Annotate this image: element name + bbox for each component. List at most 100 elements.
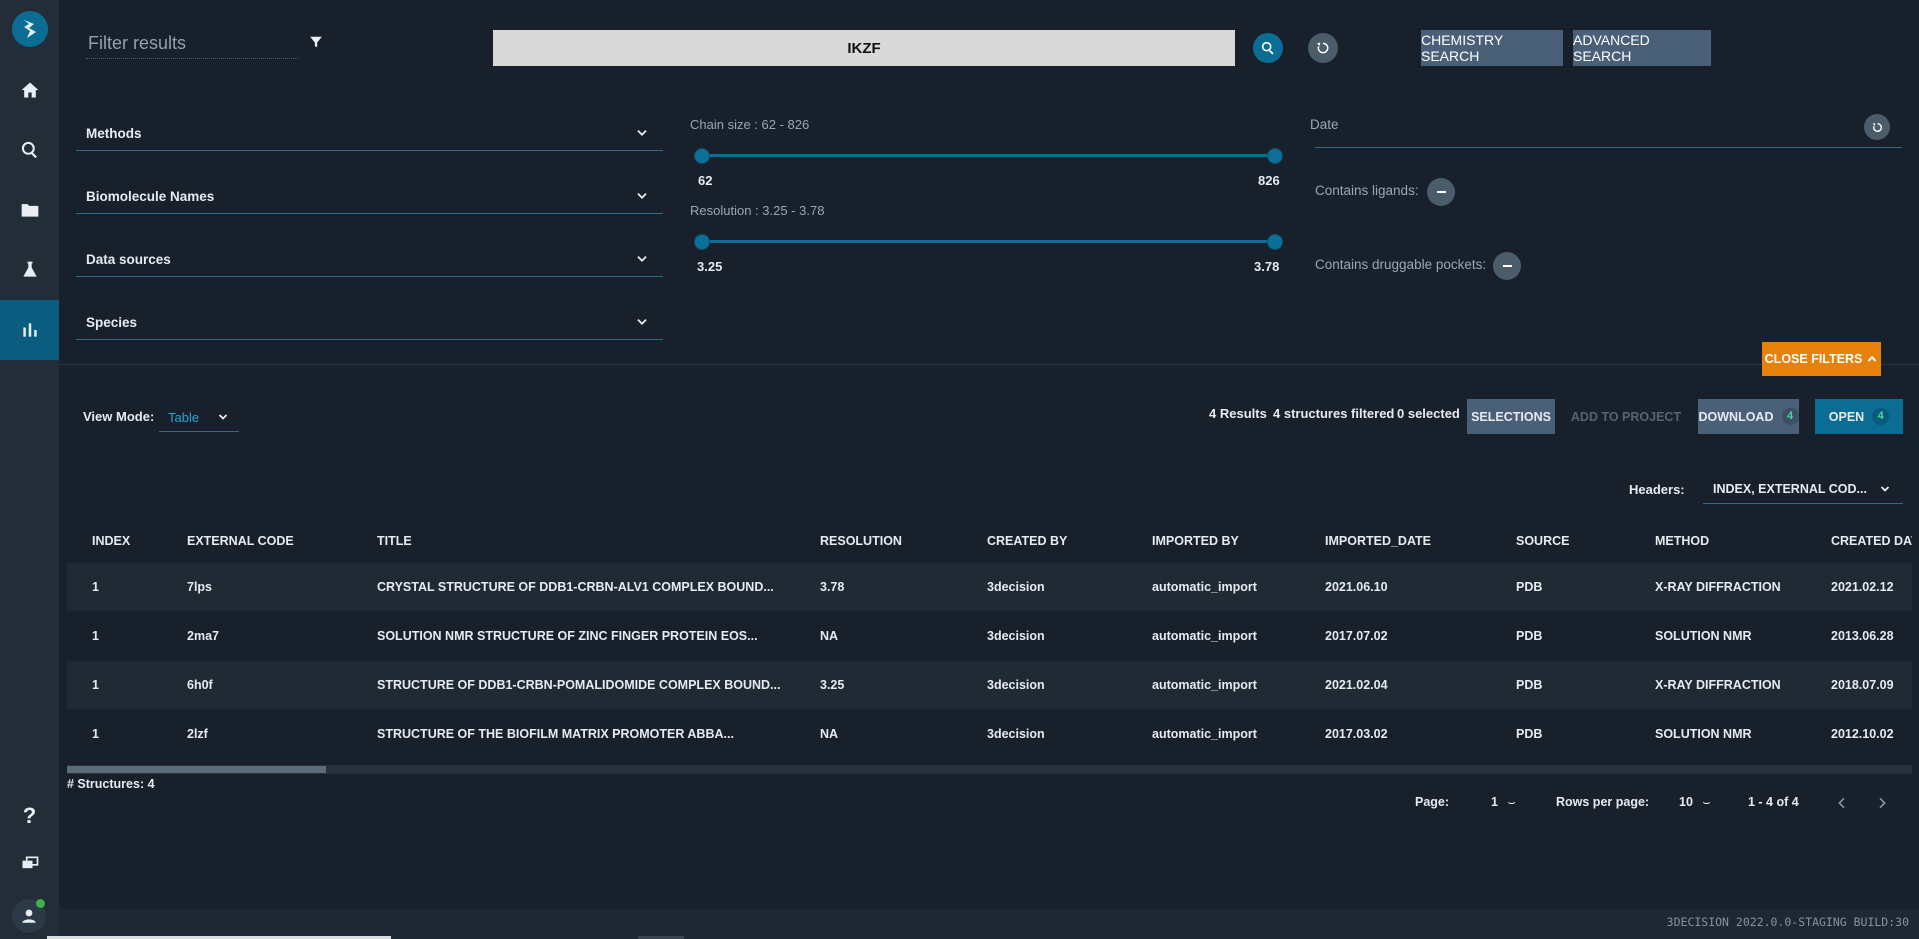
search-icon	[1261, 41, 1274, 55]
species-label: Species	[86, 314, 138, 330]
chain-size-track[interactable]	[701, 154, 1276, 157]
horizontal-scrollbar-thumb[interactable]	[67, 766, 326, 773]
cell-imported-by: automatic_import	[1152, 629, 1257, 643]
view-mode-select[interactable]: Table	[159, 403, 239, 432]
column-header-method[interactable]: METHOD	[1630, 520, 1806, 563]
biomolecule-names-dropdown[interactable]: Biomolecule Names	[76, 179, 663, 214]
open-count-badge: 4	[1872, 408, 1890, 425]
date-field-underline[interactable]	[1315, 147, 1902, 148]
flask-icon[interactable]	[0, 240, 59, 300]
open-button[interactable]: OPEN 4	[1815, 399, 1903, 434]
headers-select[interactable]: INDEX, EXTERNAL COD...	[1703, 475, 1903, 504]
resolution-min-thumb[interactable]	[694, 234, 710, 250]
page-select[interactable]: 1 ⌣	[1491, 795, 1516, 810]
next-page-icon[interactable]	[1874, 795, 1890, 811]
contains-pockets-toggle[interactable]	[1493, 252, 1521, 280]
open-label: OPEN	[1828, 409, 1865, 424]
cell-created-date: 2012.10.02	[1831, 727, 1894, 741]
results-count: 4 Results	[1209, 406, 1267, 421]
chevron-down-icon	[637, 319, 647, 325]
species-dropdown[interactable]: Species	[76, 305, 663, 340]
table-row[interactable]: 1 2lzf STRUCTURE OF THE BIOFILM MATRIX P…	[67, 709, 1912, 758]
search-query-box[interactable]: IKZF	[493, 30, 1235, 66]
folder-icon[interactable]	[0, 180, 59, 240]
user-icon	[22, 909, 36, 923]
cell-imported-date: 2021.02.04	[1325, 678, 1388, 692]
resolution-track[interactable]	[701, 240, 1276, 243]
reset-date-button[interactable]	[1864, 114, 1890, 140]
contains-ligands-toggle[interactable]	[1427, 178, 1455, 206]
cell-created-date: 2021.02.12	[1831, 580, 1894, 594]
column-header-created-by[interactable]: CREATED BY	[962, 520, 1127, 563]
footer-bar	[59, 909, 1919, 939]
sidebar: ?	[0, 0, 59, 939]
cell-source: PDB	[1516, 580, 1543, 594]
chevron-down-icon	[637, 130, 647, 136]
cell-resolution: 3.25	[820, 678, 845, 692]
resolution-max-label: 3.78	[1254, 259, 1280, 274]
horizontal-scrollbar[interactable]	[67, 765, 1912, 774]
cell-imported-by: automatic_import	[1152, 580, 1257, 594]
home-icon[interactable]	[0, 60, 59, 120]
structures-count: # Structures: 4	[67, 777, 155, 791]
close-filters-label: CLOSE FILTERS	[1764, 352, 1863, 366]
rows-per-page-label: Rows per page:	[1556, 795, 1650, 809]
user-avatar[interactable]	[12, 899, 46, 933]
chain-size-min-thumb[interactable]	[694, 148, 710, 164]
bar-chart-icon[interactable]	[0, 300, 59, 360]
chain-size-max-thumb[interactable]	[1267, 148, 1283, 164]
previous-page-icon[interactable]	[1834, 795, 1850, 811]
data-sources-dropdown[interactable]: Data sources	[76, 242, 663, 277]
cell-resolution: NA	[820, 727, 839, 741]
close-filters-button[interactable]: CLOSE FILTERS	[1762, 342, 1881, 376]
cell-method: X-RAY DIFFRACTION	[1655, 678, 1781, 692]
chain-size-max-label: 826	[1258, 173, 1280, 188]
download-label: DOWNLOAD	[1698, 409, 1774, 424]
cell-imported-date: 2021.06.10	[1325, 580, 1388, 594]
search-icon[interactable]	[0, 120, 59, 180]
filter-results-input[interactable]	[86, 28, 298, 59]
column-header-created-date[interactable]: CREATED DAT	[1806, 520, 1912, 563]
rows-per-page-select[interactable]: 10 ⌣	[1679, 795, 1711, 810]
cell-source: PDB	[1516, 727, 1543, 741]
messages-icon[interactable]	[0, 834, 59, 894]
column-header-imported-date[interactable]: IMPORTED_DATE	[1300, 520, 1491, 563]
column-header-index[interactable]: INDEX	[67, 520, 162, 563]
cell-method: X-RAY DIFFRACTION	[1655, 580, 1781, 594]
pagination-range: 1 - 4 of 4	[1748, 795, 1799, 809]
cell-index: 1	[92, 629, 99, 643]
cell-external-code: 2ma7	[187, 629, 219, 643]
cell-created-by: 3decision	[987, 678, 1045, 692]
column-header-external-code[interactable]: EXTERNAL CODE	[162, 520, 352, 563]
table-header-row: INDEX EXTERNAL CODE TITLE RESOLUTION CRE…	[67, 520, 1912, 563]
chevron-up-icon	[1868, 355, 1877, 362]
chemistry-search-button[interactable]: CHEMISTRY SEARCH	[1421, 30, 1563, 66]
column-header-resolution[interactable]: RESOLUTION	[795, 520, 962, 563]
table-row[interactable]: 1 6h0f STRUCTURE OF DDB1-CRBN-POMALIDOMI…	[67, 660, 1912, 710]
page-label: Page:	[1415, 795, 1450, 809]
chevron-down-icon: ⌣	[1507, 795, 1516, 809]
chevron-down-icon	[637, 256, 647, 262]
download-button[interactable]: DOWNLOAD 4	[1698, 399, 1799, 434]
3decision-logo-icon[interactable]	[12, 11, 48, 47]
advanced-search-button[interactable]: ADVANCED SEARCH	[1573, 30, 1711, 66]
table-row[interactable]: 1 7lps CRYSTAL STRUCTURE OF DDB1-CRBN-AL…	[67, 562, 1912, 612]
reset-icon	[1317, 42, 1329, 54]
add-to-project-button[interactable]: ADD TO PROJECT	[1570, 399, 1682, 434]
reset-search-button[interactable]	[1308, 33, 1338, 63]
cell-created-by: 3decision	[987, 580, 1045, 594]
cell-created-date: 2018.07.09	[1831, 678, 1894, 692]
column-header-imported-by[interactable]: IMPORTED BY	[1127, 520, 1300, 563]
filter-icon[interactable]	[309, 35, 323, 49]
column-header-source[interactable]: SOURCE	[1491, 520, 1630, 563]
search-button[interactable]	[1253, 33, 1283, 63]
headers-value: INDEX, EXTERNAL COD...	[1713, 482, 1867, 496]
table-row[interactable]: 1 2ma7 SOLUTION NMR STRUCTURE OF ZINC FI…	[67, 611, 1912, 661]
cell-source: PDB	[1516, 678, 1543, 692]
resolution-max-thumb[interactable]	[1267, 234, 1283, 250]
selections-button[interactable]: SELECTIONS	[1467, 399, 1555, 434]
cell-resolution: NA	[820, 629, 839, 643]
methods-dropdown[interactable]: Methods	[76, 116, 663, 151]
structures-filtered: 4 structures filtered	[1273, 406, 1395, 421]
column-header-title[interactable]: TITLE	[352, 520, 795, 563]
